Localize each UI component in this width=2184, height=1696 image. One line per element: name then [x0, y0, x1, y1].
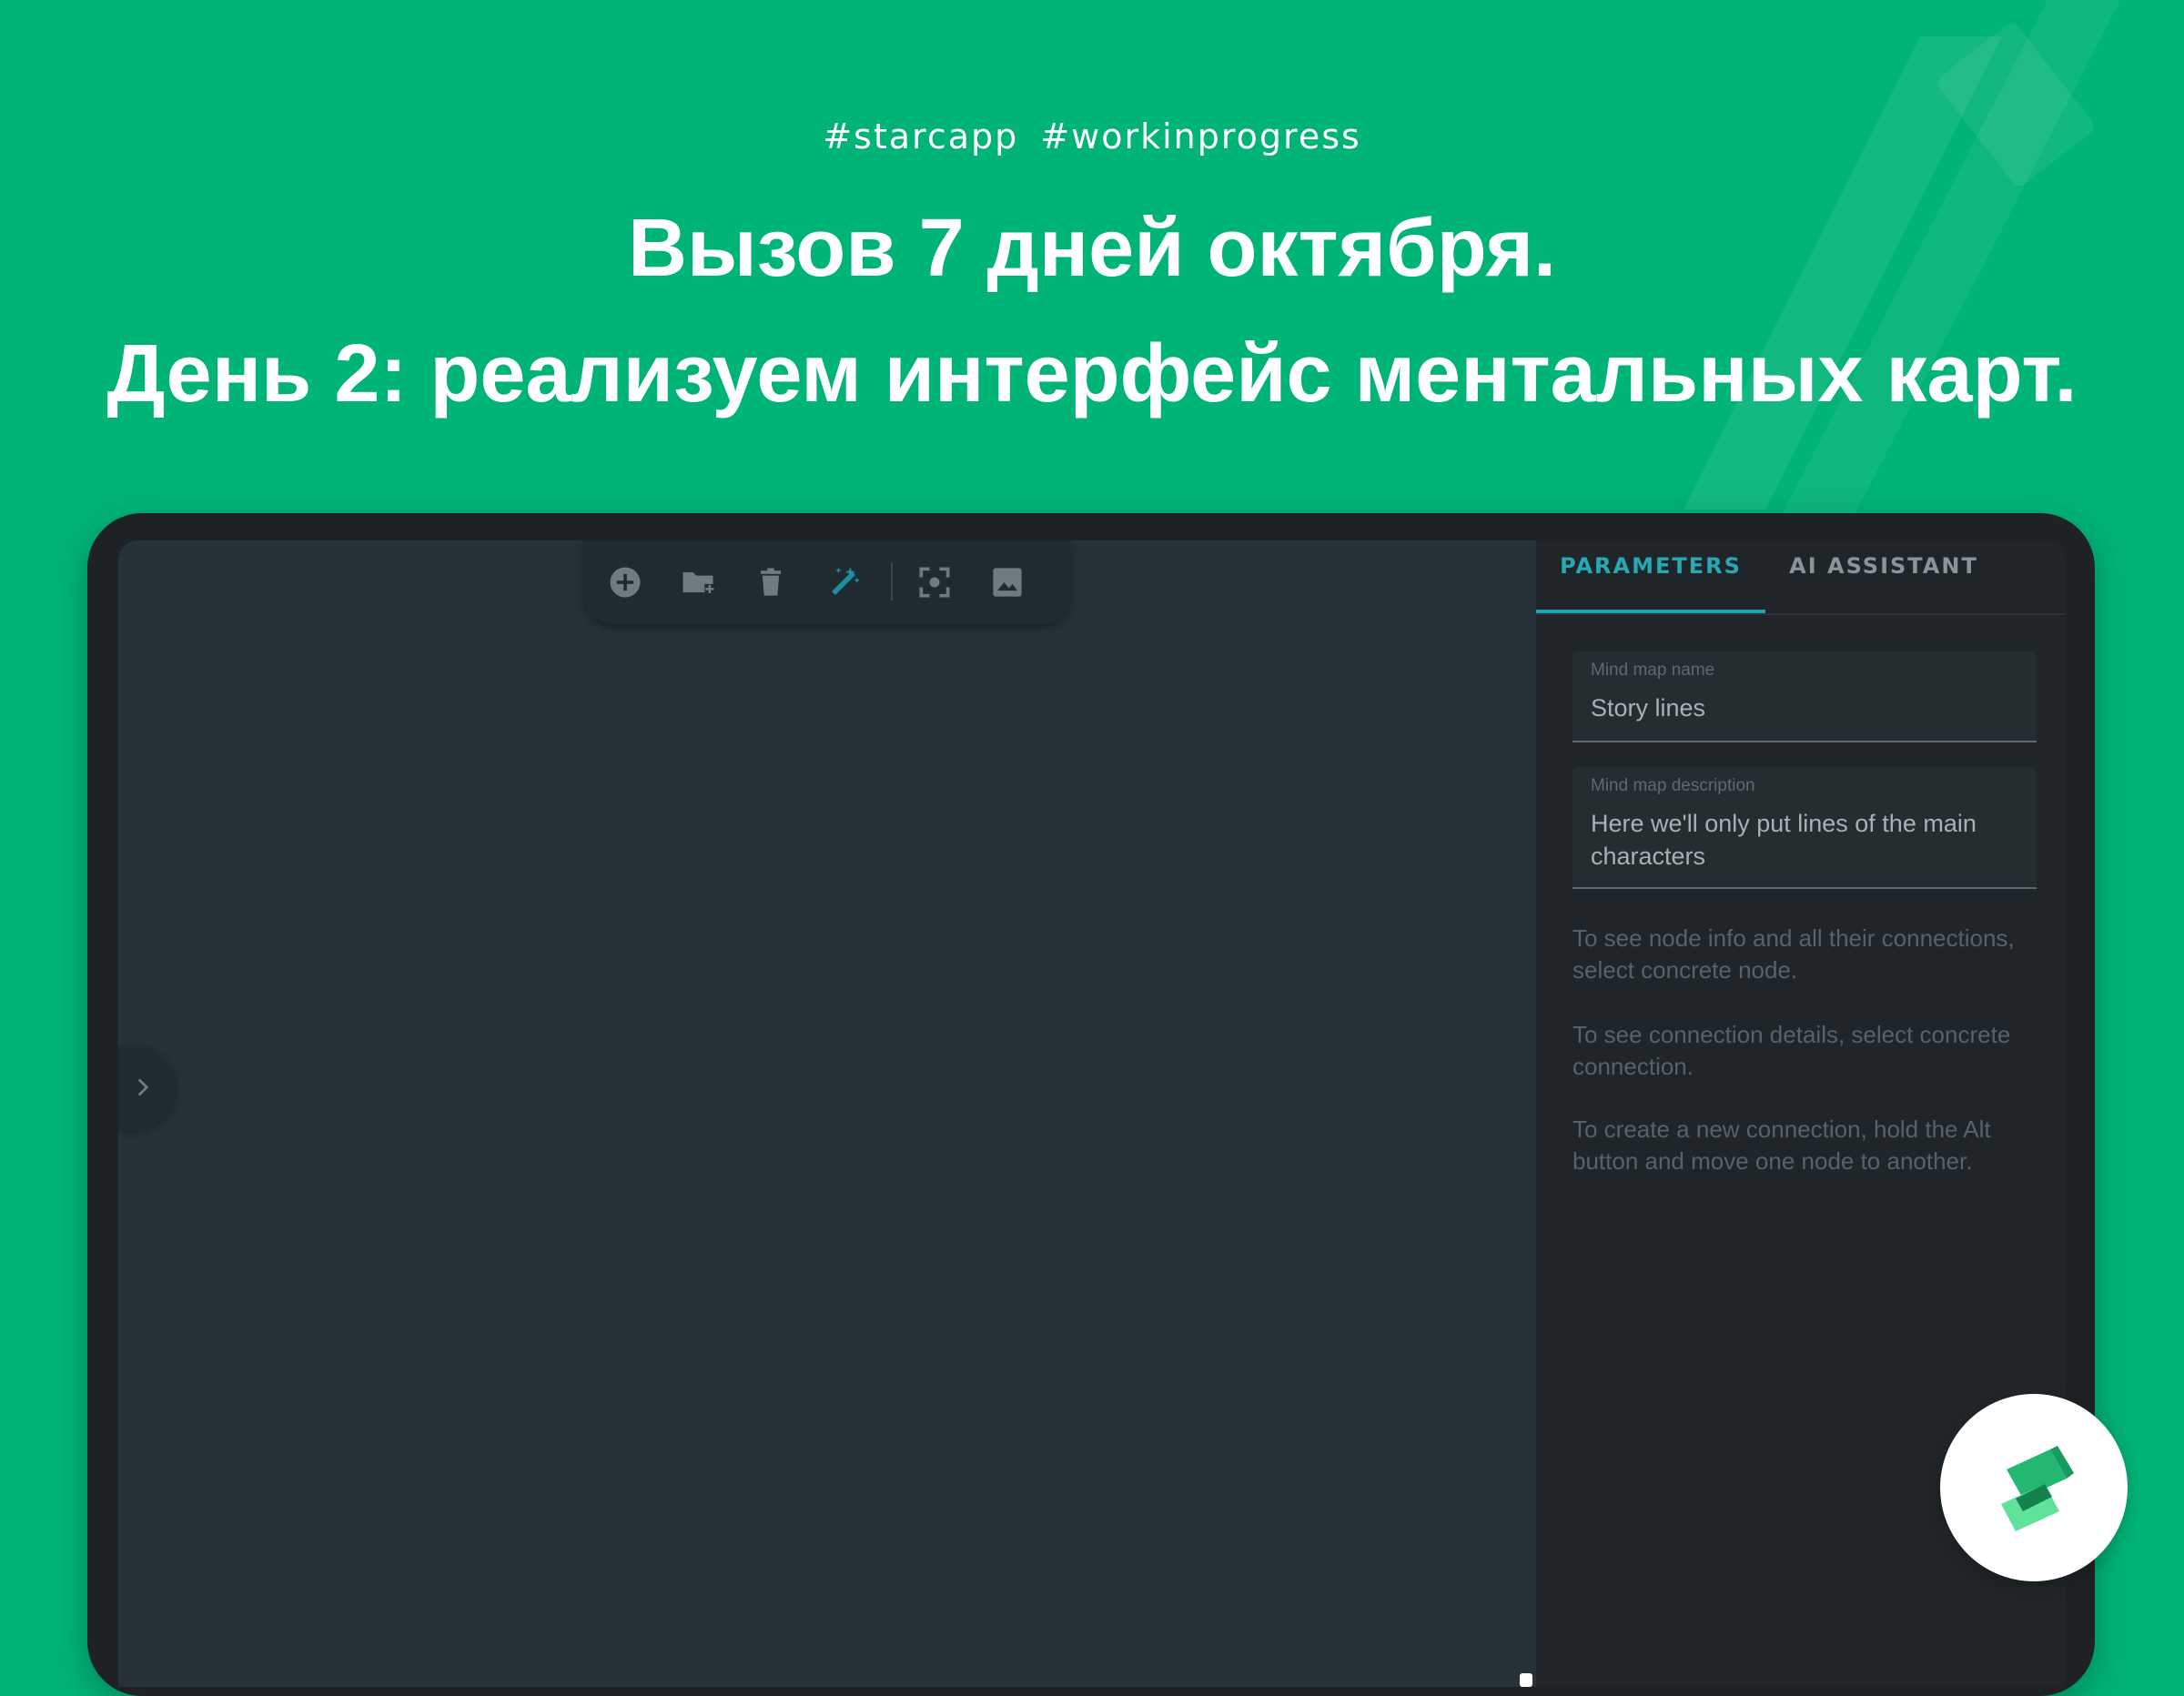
tab-parameters[interactable]: PARAMETERS [1536, 540, 1765, 613]
sidebar-toggle-button[interactable] [118, 1046, 177, 1130]
starcapp-logo-icon [2001, 1446, 2074, 1531]
headline-line-2: День 2: реализуем интерфейс ментальных к… [106, 328, 2078, 419]
tablet-frame: PARAMETERS AI ASSISTANT Mind map name St… [87, 513, 2095, 1696]
image-export-icon[interactable] [987, 562, 1027, 602]
canvas-toolbar [583, 540, 1071, 624]
mind-map-description-field[interactable]: Mind map description Here we'll only put… [1572, 767, 2037, 889]
trash-icon[interactable] [751, 562, 791, 602]
fit-view-icon[interactable] [915, 562, 955, 602]
magic-wand-icon[interactable] [824, 562, 864, 602]
toolbar-divider [891, 562, 893, 601]
starcapp-logo-badge [1940, 1394, 2128, 1581]
mind-map-description-input[interactable]: Here we'll only put lines of the main ch… [1591, 807, 2018, 873]
app-screen: PARAMETERS AI ASSISTANT Mind map name St… [118, 540, 2066, 1687]
hashtags: #starcapp #workinprogress [823, 116, 1361, 156]
mind-map-name-field[interactable]: Mind map name Story lines [1572, 651, 2037, 742]
headline-line-1: Вызов 7 дней октября. [627, 203, 1557, 294]
hint-node-info: To see node info and all their connectio… [1572, 924, 2015, 984]
new-folder-icon[interactable] [678, 562, 718, 602]
mind-map-description-label: Mind map description [1591, 776, 1755, 795]
chevron-right-icon [137, 1078, 149, 1096]
add-circle-icon[interactable] [605, 562, 645, 602]
hint-create-connection: To create a new connection, hold the Alt… [1572, 1116, 1991, 1175]
hint-connection-details: To see connection details, select concre… [1572, 1021, 2011, 1080]
panel-tabs: PARAMETERS AI ASSISTANT [1536, 540, 2066, 615]
tab-ai-assistant[interactable]: AI ASSISTANT [1765, 540, 2002, 613]
mind-map-canvas[interactable] [118, 540, 1536, 1687]
canvas-scrollbar[interactable] [1520, 1673, 1532, 1687]
mind-map-name-input[interactable]: Story lines [1591, 692, 2018, 724]
mind-map-name-label: Mind map name [1591, 661, 1715, 680]
